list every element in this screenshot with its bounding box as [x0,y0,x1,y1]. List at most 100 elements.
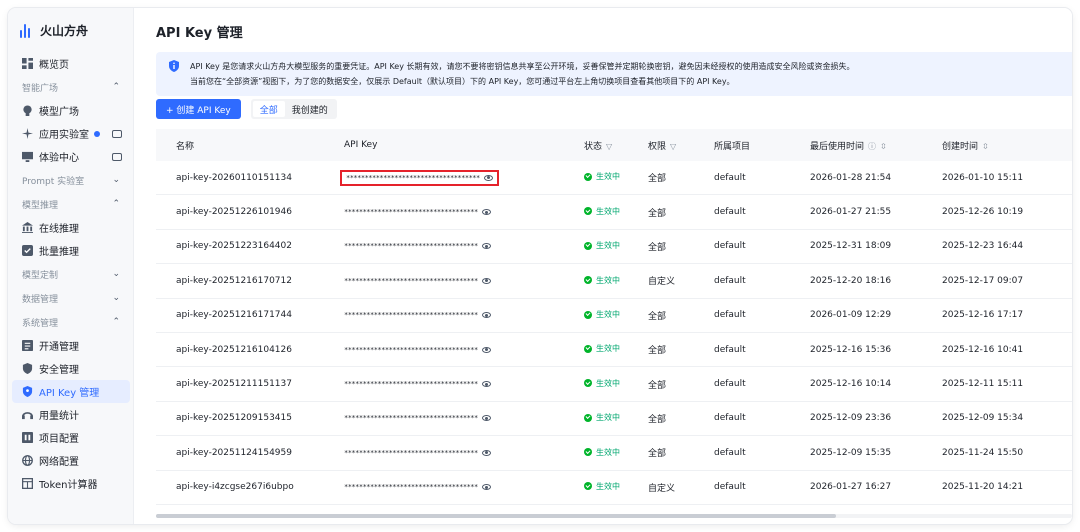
eye-icon[interactable] [481,381,491,388]
new-badge-dot [94,130,100,137]
check-circle-icon [584,172,592,181]
eye-icon[interactable] [481,484,491,491]
masked-key[interactable]: ************************************ [340,169,499,186]
sidebar-item-overview[interactable]: 概览页 [8,52,134,75]
masked-key-text: ************************************ [344,448,478,457]
key-name[interactable]: api-key-20251211151137 [156,379,324,389]
shield-icon [22,363,33,374]
sidebar-item-experience[interactable]: 体验中心 [8,145,134,168]
header-created[interactable]: 创建时间 ⇳ [942,139,1072,152]
check-circle-icon [584,241,592,250]
eye-icon[interactable] [483,174,493,181]
sidebar-group-model-inference[interactable]: 模型推理 ⌃ [8,192,134,216]
masked-key-text: ************************************ [344,276,478,285]
key-cell: ************************************ [324,310,584,320]
header-key: API Key [344,140,378,150]
sidebar-item-api-key[interactable]: API Key 管理 [12,380,130,403]
masked-key[interactable]: ************************************ [344,483,491,491]
sidebar-item-online-inference[interactable]: 在线推理 [8,216,134,239]
sidebar-group-model-custom[interactable]: 模型定制 ⌄ [8,262,134,286]
masked-key[interactable]: ************************************ [344,346,491,354]
filter-icon[interactable]: ▽ [670,142,676,151]
sidebar-item-security[interactable]: 安全管理 [8,357,134,380]
status-text: 生效中 [596,413,620,423]
check-circle-icon [584,413,592,422]
sidebar-item-label: 批量推理 [39,247,79,258]
create-api-key-button[interactable]: + 创建 API Key [156,99,241,119]
eye-icon[interactable] [481,415,491,422]
brand[interactable]: 火山方舟 [20,20,88,40]
eye-icon[interactable] [481,449,491,456]
created-cell: 2025-12-16 17:17 [942,310,1024,321]
header-label: 权限 [648,141,667,152]
eye-icon[interactable] [481,346,491,353]
tab-all[interactable]: 全部 [252,101,285,117]
key-name[interactable]: api-key-20251216170712 [156,276,324,286]
masked-key[interactable]: ************************************ [344,242,491,250]
key-name[interactable]: api-key-20260110151134 [156,173,324,183]
eye-icon[interactable] [481,312,491,319]
sidebar-item-model-square[interactable]: 模型广场 [8,99,134,122]
sidebar-item-activation[interactable]: 开通管理 [8,334,134,357]
sidebar-item-token-calc[interactable]: Token计算器 [8,472,134,495]
perm-cell: 全部 [648,174,667,185]
sidebar-group-prompt-lab[interactable]: Prompt 实验室 ⌄ [8,168,134,192]
masked-key[interactable]: ************************************ [344,277,491,285]
sidebar-item-batch-inference[interactable]: 批量推理 [8,239,134,262]
header-perm[interactable]: 权限 ▽ [648,139,714,152]
table-header: 名称 API Key 状态 ▽ 权限 ▽ 所属项目 最后使用时间 ⓘ ⇳ 创建时间 ⇳ [156,129,1072,161]
masked-key[interactable]: ************************************ [344,380,491,388]
filter-tabs: 全部 我创建的 [250,99,337,119]
masked-key[interactable]: ************************************ [344,311,491,319]
table-row: api-key-20251216170712 *****************… [156,264,1072,299]
masked-key[interactable]: ************************************ [344,449,491,457]
eye-icon[interactable] [481,277,491,284]
eye-icon[interactable] [481,243,491,250]
group-label: 智能广场 [22,83,59,94]
status-badge: 生效中 [584,240,620,251]
sort-icon[interactable]: ⇳ [880,142,887,151]
header-last-used[interactable]: 最后使用时间 ⓘ ⇳ [810,139,942,152]
table-row: api-key-20260110151134 *****************… [156,161,1072,196]
sidebar-item-app-lab[interactable]: 应用实验室 [8,122,134,145]
project-cell: default [714,275,746,286]
masked-key-text: ************************************ [344,380,478,389]
key-name[interactable]: api-key-20251216104126 [156,345,324,355]
sidebar-item-label: 体验中心 [39,153,79,164]
tab-mine[interactable]: 我创建的 [285,101,335,117]
sidebar-group-system-mgmt[interactable]: 系统管理 ⌃ [8,310,134,334]
scrollbar-thumb[interactable] [156,514,836,518]
check-circle-icon [584,310,592,319]
sidebar-item-network[interactable]: 网络配置 [8,449,134,472]
sidebar-item-project[interactable]: 项目配置 [8,426,134,449]
external-window-icon [112,152,122,161]
last-used-cell: 2025-12-16 15:36 [810,344,892,355]
sort-icon[interactable]: ⇳ [982,142,989,151]
sidebar-group-data-mgmt[interactable]: 数据管理 ⌄ [8,286,134,310]
header-status[interactable]: 状态 ▽ [584,139,648,152]
key-name[interactable]: api-key-20251209153415 [156,413,324,423]
key-name[interactable]: api-key-20251124154959 [156,448,324,458]
masked-key[interactable]: ************************************ [344,414,491,422]
perm-cell: 自定义 [648,483,676,494]
project-cell: default [714,241,746,252]
masked-key[interactable]: ************************************ [344,208,491,216]
group-label: 数据管理 [22,294,59,305]
horizontal-scrollbar[interactable] [156,514,1072,518]
eye-icon[interactable] [481,209,491,216]
sparkle-icon [22,128,33,139]
key-name[interactable]: api-key-20251216171744 [156,310,324,320]
header-project: 所属项目 [714,141,751,152]
status-text: 生效中 [596,481,620,491]
key-name[interactable]: api-key-20251226101946 [156,207,324,217]
filter-icon[interactable]: ▽ [606,142,612,151]
key-name[interactable]: api-key-i4zcgse267i6ubpo [156,482,324,492]
key-name[interactable]: api-key-20251223164402 [156,241,324,251]
status-cell: 生效中 [584,171,648,184]
key-cell: ************************************ [324,276,584,286]
status-badge: 生效中 [584,412,620,423]
info-icon[interactable]: ⓘ [868,142,876,151]
project-cell: default [714,413,746,424]
sidebar-item-usage[interactable]: 用量统计 [8,403,134,426]
sidebar-group-smart-square[interactable]: 智能广场 ⌃ [8,75,134,99]
